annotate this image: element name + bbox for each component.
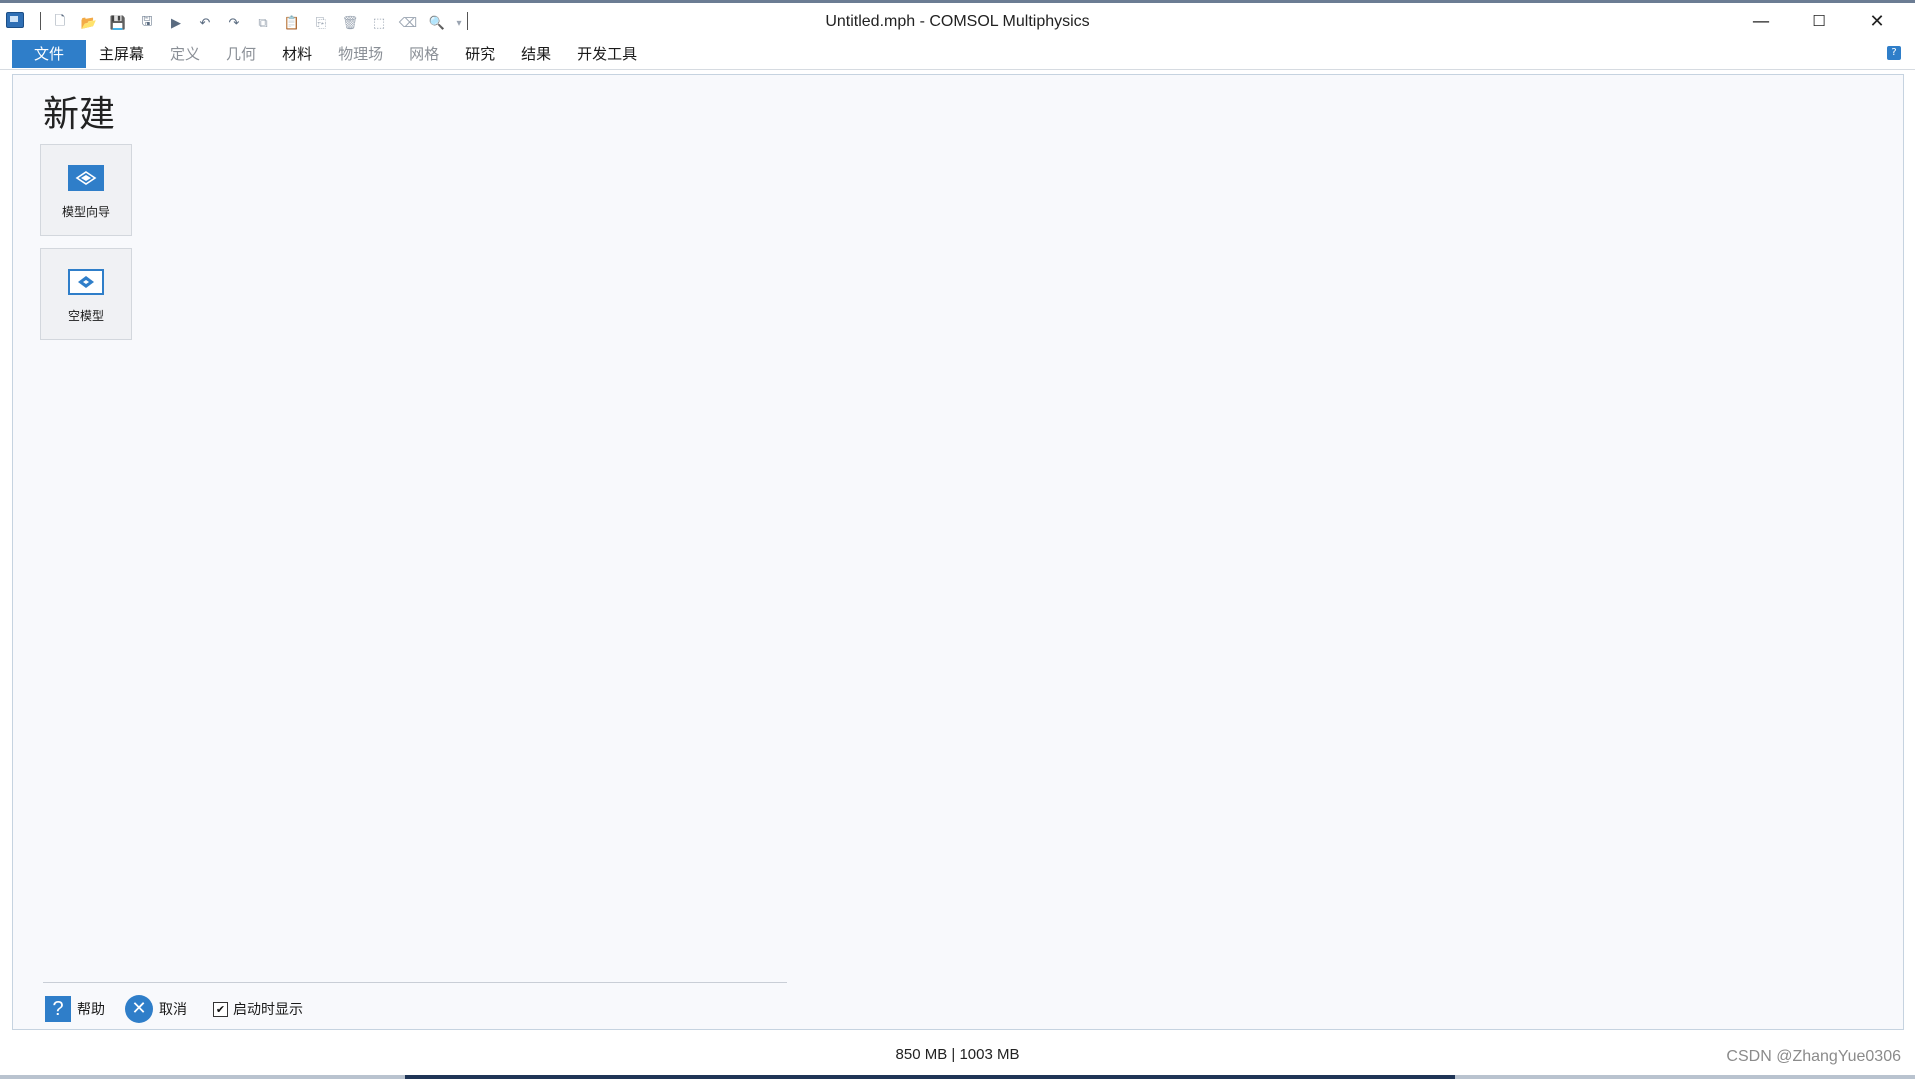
cancel-button[interactable]: ✕ 取消 [125,995,187,1023]
help-icon[interactable]: ? [1887,46,1901,60]
tab-7[interactable]: 研究 [452,40,508,68]
new-model-panel: 新建 模型向导 空模型 ? 帮助 ✕ 取消 ✔ 启动时显示 [12,74,1904,1030]
new-file-icon[interactable]: 🗋 [48,12,72,34]
tab-8[interactable]: 结果 [508,40,564,68]
status-bar: 850 MB | 1003 MB CSDN @ZhangYue0306 [0,1034,1915,1079]
minimize-button[interactable]: — [1732,3,1790,39]
model-wizard-icon [68,165,104,191]
redo-icon[interactable]: ↷ [222,12,246,34]
open-folder-icon[interactable]: 📂 [77,12,101,34]
watermark: CSDN @ZhangYue0306 [1726,1048,1901,1065]
duplicate-icon[interactable]: ⎘ [309,12,333,34]
blank-model-label: 空模型 [67,309,104,323]
tab-9[interactable]: 开发工具 [564,40,650,68]
run-icon[interactable]: ▶ [164,12,188,34]
memory-usage: 850 MB | 1003 MB [895,1046,1020,1063]
comsol-app-icon[interactable] [6,12,24,28]
model-wizard-button[interactable]: 模型向导 [40,144,132,236]
question-icon: ? [45,996,71,1022]
tab-2[interactable]: 定义 [157,40,213,68]
tab-4[interactable]: 材料 [269,40,325,68]
title-bar: 🗋 📂 💾 🖫 ▶ ↶ ↷ ⧉ 📋 ⎘ 🗑 ⬚ ⌫ 🔍 ▾ Untitled.mph - COMSOL Mu… [0,0,1915,38]
undo-icon[interactable]: ↶ [193,12,217,34]
tab-0[interactable]: 文件 [12,40,87,68]
show-on-startup-label: 启动时显示 [233,1002,303,1018]
quick-access-toolbar: 🗋 📂 💾 🖫 ▶ ↶ ↷ ⧉ 📋 ⎘ 🗑 ⬚ ⌫ 🔍 ▾ [48,12,464,34]
model-wizard-label: 模型向导 [61,205,110,219]
tab-6[interactable]: 网格 [396,40,452,68]
blank-model-button[interactable]: 空模型 [40,248,132,340]
maximize-button[interactable]: ☐ [1790,3,1848,39]
close-button[interactable]: ✕ [1848,3,1906,39]
ribbon-tabs: 文件 主屏幕 定义 几何 材料 物理场 网格 研究 结果 开发工具 [12,40,650,68]
tab-1[interactable]: 主屏幕 [86,40,157,68]
page-title: 新建 [43,94,116,135]
cancel-label: 取消 [159,1002,187,1018]
ribbon: 文件 主屏幕 定义 几何 材料 物理场 网格 研究 结果 开发工具 ? [0,38,1915,70]
footer-divider [43,982,787,983]
taskbar-strip [0,1075,1915,1079]
panel-footer: ? 帮助 ✕ 取消 ✔ 启动时显示 [45,993,303,1025]
help-label: 帮助 [77,1002,105,1018]
clear-icon[interactable]: ⌫ [396,12,420,34]
tab-5[interactable]: 物理场 [325,40,396,68]
delete-icon[interactable]: 🗑 [338,12,362,34]
show-on-startup-checkbox[interactable]: ✔ 启动时显示 [213,999,303,1019]
copy-icon[interactable]: ⧉ [251,12,275,34]
blank-model-icon [68,269,104,295]
select-icon[interactable]: ⬚ [367,12,391,34]
paste-icon[interactable]: 📋 [280,12,304,34]
close-icon: ✕ [1869,10,1885,32]
customize-dropdown-icon[interactable]: ▾ [454,12,464,34]
toolbar-separator [467,12,468,30]
help-button[interactable]: ? 帮助 [45,996,105,1022]
save-icon[interactable]: 💾 [106,12,130,34]
toolbar-separator [40,12,41,30]
maximize-icon: ☐ [1812,12,1826,30]
zoom-icon[interactable]: 🔍 [425,12,449,34]
tab-3[interactable]: 几何 [213,40,269,68]
minimize-icon: — [1752,10,1770,32]
save-as-icon[interactable]: 🖫 [135,12,159,34]
checkbox-icon[interactable]: ✔ [213,1001,228,1017]
cancel-icon: ✕ [125,995,153,1023]
